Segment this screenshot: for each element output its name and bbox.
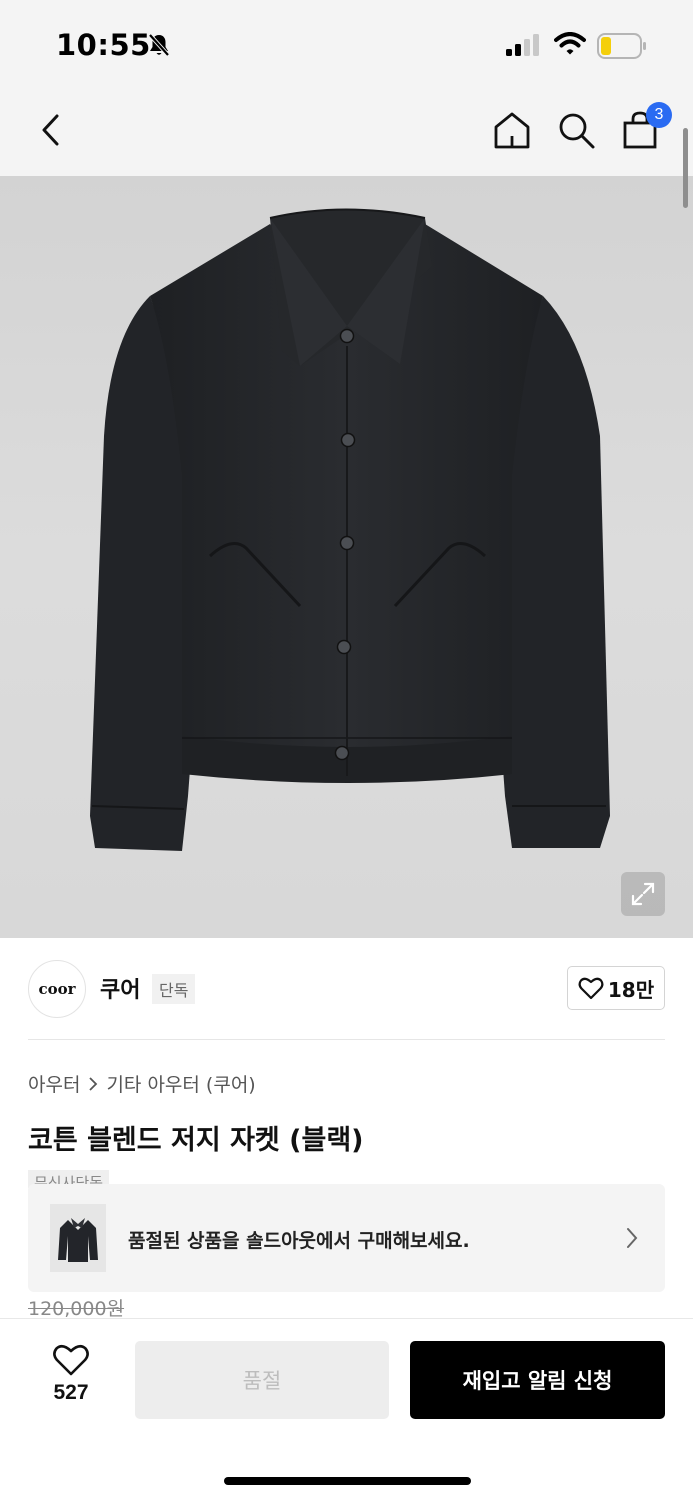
- wifi-icon: [554, 32, 586, 60]
- signal-icon: [506, 34, 542, 60]
- wishlist-button[interactable]: 527: [40, 1343, 102, 1415]
- wishlist-count: 527: [53, 1381, 89, 1404]
- exclusive-tag: 단독: [152, 974, 196, 1004]
- bottom-action-bar: 527 품절 재입고 알림 신청: [0, 1318, 693, 1500]
- original-price: 120,000원: [28, 1298, 125, 1320]
- scroll-indicator[interactable]: [683, 128, 688, 208]
- bell-slash-icon: [146, 32, 172, 58]
- back-button[interactable]: [30, 108, 70, 152]
- brand-name[interactable]: 쿠어: [100, 972, 140, 1004]
- chevron-right-icon: [89, 1076, 98, 1091]
- heart-icon: [53, 1344, 89, 1376]
- breadcrumb-item-category[interactable]: 기타 아우터 (쿠어): [106, 1070, 255, 1097]
- banner-thumbnail: [50, 1204, 106, 1272]
- soldout-banner[interactable]: 품절된 상품을 솔드아웃에서 구매해보세요.: [28, 1184, 665, 1292]
- brand-logo[interactable]: coor: [28, 960, 86, 1018]
- soldout-banner-text: 품절된 상품을 솔드아웃에서 구매해보세요.: [128, 1230, 470, 1252]
- breadcrumb: 아우터 기타 아우터 (쿠어): [28, 1070, 256, 1097]
- chevron-right-icon: [625, 1226, 639, 1254]
- product-image[interactable]: [0, 176, 693, 938]
- cart-button[interactable]: 3: [618, 102, 672, 152]
- home-indicator[interactable]: [224, 1477, 471, 1485]
- expand-image-button[interactable]: [621, 872, 665, 916]
- product-title: 코튼 블렌드 저지 자켓 (블랙): [28, 1125, 364, 1156]
- status-time: 10:55: [56, 28, 151, 62]
- top-navigation: 3: [0, 88, 693, 176]
- breadcrumb-item-outer[interactable]: 아우터: [28, 1070, 80, 1097]
- brand-like-button[interactable]: 18만: [567, 966, 665, 1010]
- home-button[interactable]: [490, 108, 534, 152]
- soldout-button: 품절: [135, 1341, 389, 1419]
- cart-count-badge: 3: [646, 102, 672, 128]
- search-icon: [559, 113, 595, 149]
- search-button[interactable]: [554, 108, 598, 152]
- brand-like-count: 18만: [607, 977, 655, 1002]
- brand-row: coor 쿠어 단독 18만: [28, 938, 665, 1040]
- restock-notification-button[interactable]: 재입고 알림 신청: [410, 1341, 665, 1419]
- chevron-left-icon: [42, 114, 59, 146]
- heart-icon: [578, 977, 604, 1000]
- home-icon: [494, 112, 530, 149]
- battery-icon: [597, 33, 647, 63]
- expand-icon: [631, 882, 655, 906]
- jacket-image: [90, 208, 610, 851]
- status-bar: 10:55: [0, 0, 693, 88]
